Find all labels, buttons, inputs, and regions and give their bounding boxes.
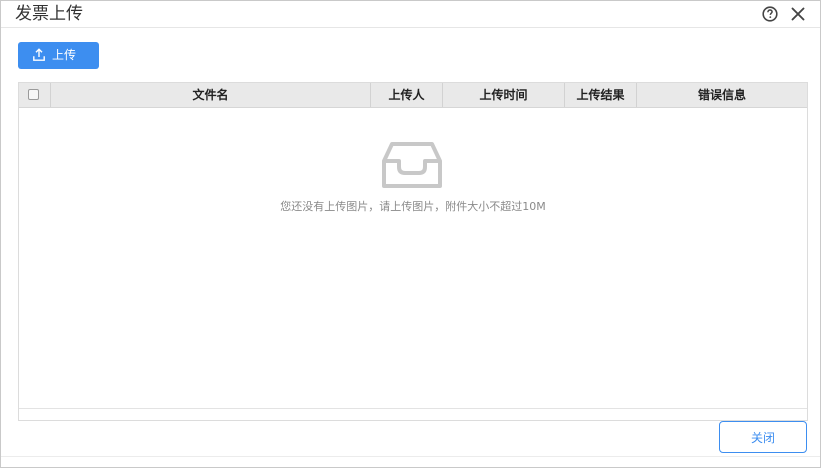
dialog-titlebar: 发票上传 [1, 1, 820, 28]
table-header-row: 文件名 上传人 上传时间 上传结果 错误信息 [19, 83, 807, 108]
upload-table: 文件名 上传人 上传时间 上传结果 错误信息 您还没有上传图片，请上传图片，附件… [18, 82, 808, 421]
table-footer-scrollbar[interactable] [19, 408, 807, 421]
column-header-upload-result[interactable]: 上传结果 [564, 83, 636, 107]
select-all-checkbox[interactable] [28, 89, 39, 100]
close-button[interactable]: 关闭 [719, 421, 807, 453]
empty-inbox-icon [382, 142, 442, 188]
help-circle-icon [762, 6, 778, 22]
upload-button[interactable]: 上传 [18, 42, 99, 69]
help-button[interactable] [761, 5, 779, 23]
column-header-file-name[interactable]: 文件名 [50, 83, 370, 107]
close-icon [791, 7, 805, 21]
column-header-error-info[interactable]: 错误信息 [636, 83, 807, 107]
header-select-all-cell [19, 83, 50, 107]
dialog-bottom-divider [1, 456, 820, 457]
dialog-title: 发票上传 [15, 4, 83, 24]
column-header-upload-time[interactable]: 上传时间 [442, 83, 564, 107]
upload-icon [33, 48, 45, 61]
column-header-uploader[interactable]: 上传人 [370, 83, 442, 107]
empty-state-message: 您还没有上传图片，请上传图片，附件大小不超过10M [280, 200, 546, 213]
invoice-upload-dialog: 发票上传 上传 文件名 上传人 上传时间 上传结果 错误信息 您还没有上传图片，… [0, 0, 821, 468]
dialog-close-button[interactable] [789, 5, 807, 23]
upload-button-label: 上传 [52, 48, 77, 62]
